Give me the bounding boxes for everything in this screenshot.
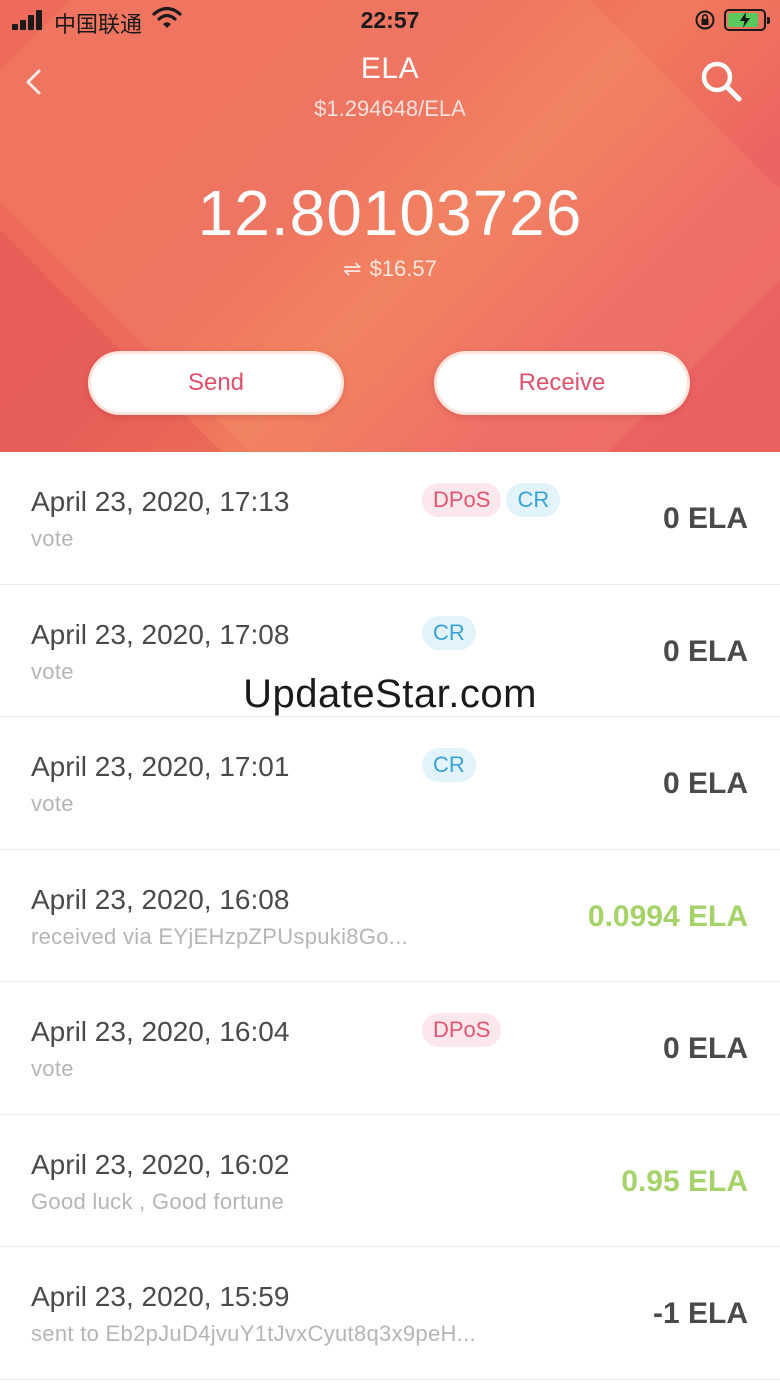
transaction-description: vote [31, 1056, 74, 1081]
status-bar: 中国联通 22:57 [0, 0, 780, 40]
transaction-description: received via EYjEHzpZPUspuki8Go... [31, 923, 409, 949]
search-icon[interactable] [696, 56, 746, 106]
fiat-balance: ⇌ $16.57 [0, 256, 780, 282]
transaction-description: vote [31, 526, 74, 551]
transaction-list: April 23, 2020, 17:13 vote DPoS CR 0 ELA Apri… [0, 452, 780, 1380]
fiat-value: $16.57 [369, 256, 437, 281]
transaction-row[interactable]: April 23, 2020, 17:01 vote CR 0 ELA [0, 717, 780, 850]
transaction-description: Good luck , Good fortune [31, 1188, 285, 1214]
transaction-amount: 0 ELA [662, 767, 748, 800]
dpos-tag: DPoS [422, 483, 502, 517]
wallet-balance: 12.80103726 [197, 177, 583, 249]
transaction-date: April 23, 2020, 15:59 [31, 1281, 290, 1312]
transaction-date: April 23, 2020, 17:01 [31, 751, 290, 782]
cr-tag: CR [422, 615, 476, 650]
transaction-tags: DPoS CR [422, 483, 565, 517]
transaction-row[interactable]: April 23, 2020, 16:08 received via EYjEHz… [0, 849, 780, 982]
transaction-date: April 23, 2020, 17:13 [31, 486, 290, 517]
transaction-amount: 0 ELA [662, 1032, 748, 1065]
transaction-tags: CR [422, 615, 481, 650]
cr-tag: CR [422, 748, 476, 782]
transaction-amount: 0 ELA [662, 502, 748, 535]
transaction-tags: DPoS [422, 1013, 506, 1047]
status-time: 22:57 [360, 7, 420, 33]
swap-arrows-icon: ⇌ [343, 256, 362, 281]
dpos-tag: DPoS [422, 1013, 502, 1047]
transaction-row[interactable]: April 23, 2020, 17:13 vote DPoS CR 0 ELA [0, 452, 780, 585]
transaction-date: April 23, 2020, 16:02 [31, 1148, 290, 1180]
wallet-header: 中国联通 22:57 ELA $1.294648/ELA 12.80103726 [0, 0, 780, 452]
transaction-date: April 23, 2020, 17:08 [31, 618, 290, 650]
transaction-amount: -1 ELA [652, 1297, 748, 1330]
coin-price: $1.294648/ELA [314, 96, 466, 121]
transaction-date: April 23, 2020, 16:08 [31, 883, 290, 915]
transaction-row[interactable]: April 23, 2020, 15:59 sent to Eb2pJuD4jvu… [0, 1247, 780, 1380]
rotation-lock-icon [695, 10, 715, 30]
transaction-date: April 23, 2020, 16:04 [31, 1016, 290, 1047]
transaction-amount: 0.0994 ELA [587, 899, 748, 933]
transaction-tags: CR [422, 748, 481, 782]
receive-button[interactable]: Receive [434, 351, 690, 415]
cr-tag: CR [506, 483, 561, 517]
coin-title: ELA [360, 52, 420, 85]
transaction-description: vote [31, 791, 74, 816]
transaction-amount: 0 ELA [662, 634, 748, 668]
send-button[interactable]: Send [88, 351, 344, 415]
transaction-description: sent to Eb2pJuD4jvuY1tJvxCyut8q3x9peH... [31, 1321, 476, 1346]
transaction-row[interactable]: April 23, 2020, 16:04 vote DPoS 0 ELA [0, 982, 780, 1115]
watermark: UpdateStar.com [243, 672, 537, 716]
transaction-amount: 0.95 ELA [621, 1164, 748, 1198]
transaction-row[interactable]: April 23, 2020, 16:02 Good luck , Good fo… [0, 1114, 780, 1247]
battery-icon [724, 9, 770, 31]
